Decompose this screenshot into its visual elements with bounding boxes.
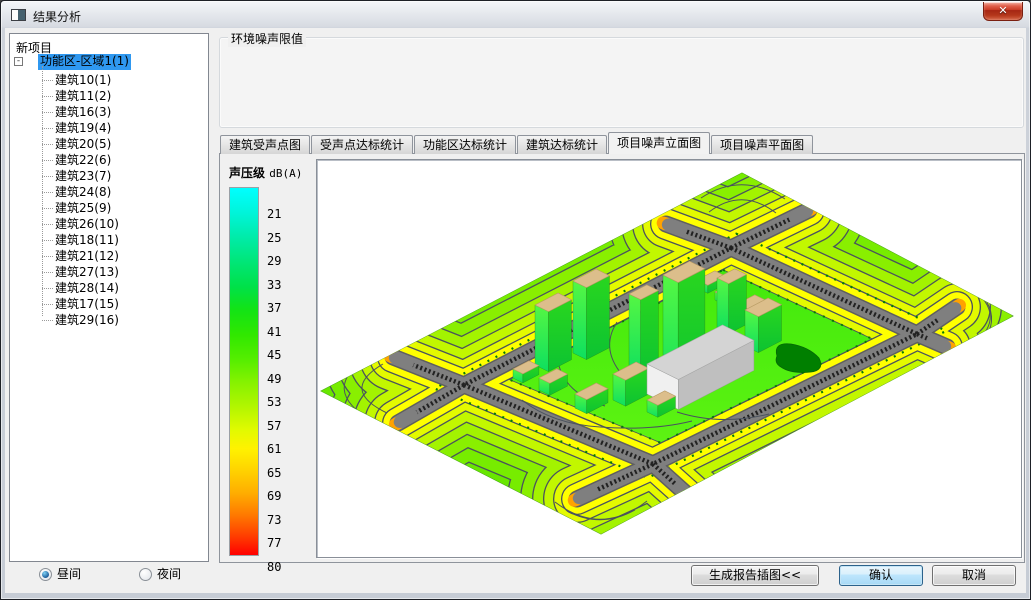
tree-item-building[interactable]: 建筑25(9) xyxy=(10,200,208,216)
tree-root-row[interactable]: - 功能区-区域1(1) xyxy=(10,54,208,70)
tab-4[interactable]: 建筑达标统计 xyxy=(517,135,607,154)
cancel-button[interactable]: 取消 xyxy=(932,565,1016,586)
noise-map-canvas[interactable] xyxy=(316,159,1022,558)
legend-value: 61 xyxy=(267,443,281,455)
radio-daytime-label: 昼间 xyxy=(57,567,81,581)
tab-6[interactable]: 项目噪声平面图 xyxy=(711,135,813,154)
dialog-client-area: 新项目 - 功能区-区域1(1) 建筑10(1)建筑11(2)建筑16(3)建筑… xyxy=(5,28,1026,593)
legend-value: 41 xyxy=(267,326,281,338)
noise-limit-title: 环境噪声限值 xyxy=(228,30,306,47)
radio-nighttime-label: 夜间 xyxy=(157,567,181,581)
legend-value: 49 xyxy=(267,373,281,385)
project-tree-panel: 新项目 - 功能区-区域1(1) 建筑10(1)建筑11(2)建筑16(3)建筑… xyxy=(9,33,209,562)
generate-report-button[interactable]: 生成报告插图<< xyxy=(691,565,819,586)
legend-value: 29 xyxy=(267,255,281,267)
tab-strip: 建筑受声点图受声点达标统计功能区达标统计建筑达标统计项目噪声立面图项目噪声平面图 xyxy=(220,132,814,154)
result-analysis-dialog: 结果分析 ✕ 新项目 - 功能区-区域1(1) 建筑10(1)建筑11(2)建筑… xyxy=(0,0,1031,600)
legend-value: 69 xyxy=(267,490,281,502)
legend-value: 25 xyxy=(267,232,281,244)
legend-value: 33 xyxy=(267,279,281,291)
tab-1[interactable]: 建筑受声点图 xyxy=(220,135,310,154)
radio-nighttime[interactable]: 夜间 xyxy=(139,567,181,583)
noise-limit-groupbox: 环境噪声限值 xyxy=(219,37,1024,128)
legend-value: 37 xyxy=(267,302,281,314)
tree-item-building[interactable]: 建筑29(16) xyxy=(10,312,208,328)
tree-item-building[interactable]: 建筑22(6) xyxy=(10,152,208,168)
app-icon xyxy=(11,9,26,21)
tree-item-building[interactable]: 建筑17(15) xyxy=(10,296,208,312)
radio-daytime-dot xyxy=(39,568,52,581)
tree-item-building[interactable]: 建筑20(5) xyxy=(10,136,208,152)
legend-value: 53 xyxy=(267,396,281,408)
tree-item-building[interactable]: 建筑21(12) xyxy=(10,248,208,264)
tab-2[interactable]: 受声点达标统计 xyxy=(311,135,413,154)
collapse-icon[interactable]: - xyxy=(14,57,23,66)
legend-title-text: 声压级 xyxy=(229,166,265,180)
radio-nighttime-dot xyxy=(139,568,152,581)
tree-item-building[interactable]: 建筑11(2) xyxy=(10,88,208,104)
tree-item-building[interactable]: 建筑18(11) xyxy=(10,232,208,248)
tab-3[interactable]: 功能区达标统计 xyxy=(414,135,516,154)
titlebar[interactable]: 结果分析 ✕ xyxy=(1,1,1030,28)
tree-item-building[interactable]: 建筑19(4) xyxy=(10,120,208,136)
tree-item-selected[interactable]: 功能区-区域1(1) xyxy=(38,54,131,70)
legend-value: 57 xyxy=(267,420,281,432)
tree-children: 建筑10(1)建筑11(2)建筑16(3)建筑19(4)建筑20(5)建筑22(… xyxy=(10,72,208,328)
legend-value: 77 xyxy=(267,537,281,549)
legend-value: 21 xyxy=(267,208,281,220)
tree-item-building[interactable]: 建筑23(7) xyxy=(10,168,208,184)
radio-daytime[interactable]: 昼间 xyxy=(39,567,81,583)
tree-item-building[interactable]: 建筑10(1) xyxy=(10,72,208,88)
legend-color-bar xyxy=(229,187,259,556)
confirm-button[interactable]: 确认 xyxy=(839,565,923,586)
tree-item-building[interactable]: 建筑27(13) xyxy=(10,264,208,280)
tree-item-building[interactable]: 建筑16(3) xyxy=(10,104,208,120)
legend-value: 73 xyxy=(267,514,281,526)
legend-value: 65 xyxy=(267,467,281,479)
tree-item-building[interactable]: 建筑24(8) xyxy=(10,184,208,200)
daynight-radio-group: 昼间 夜间 xyxy=(5,565,405,587)
noise-map-3d xyxy=(317,160,1021,557)
close-button[interactable]: ✕ xyxy=(983,2,1023,21)
legend-labels: 21252933374145495357616569737780 xyxy=(267,153,307,563)
tree-item-building[interactable]: 建筑26(10) xyxy=(10,216,208,232)
legend-value: 45 xyxy=(267,349,281,361)
tree-item-building[interactable]: 建筑28(14) xyxy=(10,280,208,296)
tab-5[interactable]: 项目噪声立面图 xyxy=(608,132,710,154)
window-title: 结果分析 xyxy=(33,8,81,25)
